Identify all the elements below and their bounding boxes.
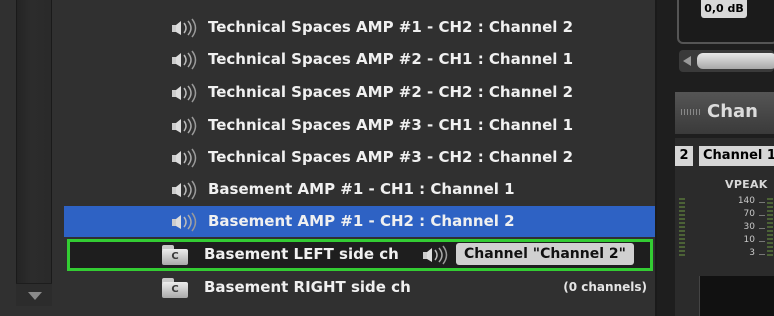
drag-speaker-icon bbox=[423, 245, 448, 265]
scale-label: 70 bbox=[743, 209, 755, 219]
folder-icon: C bbox=[162, 245, 188, 265]
channels-panel-header[interactable]: Chan bbox=[675, 92, 774, 134]
list-item-label: Technical Spaces AMP #1 - CH2 : Channel … bbox=[208, 18, 574, 36]
folder-label: Basement LEFT side ch bbox=[204, 245, 399, 263]
channels-panel-title: Chan bbox=[707, 101, 758, 122]
meter-right bbox=[767, 198, 773, 258]
folder-row-drop-target[interactable]: C Basement LEFT side ch Channel "Channel… bbox=[67, 239, 653, 271]
vertical-scrollbar-track[interactable] bbox=[16, 0, 52, 283]
folder-row[interactable]: C Basement RIGHT side ch (0 channels) bbox=[64, 272, 655, 304]
channel-number: 2 bbox=[675, 146, 693, 166]
speaker-icon bbox=[172, 212, 197, 232]
list-item[interactable]: Technical Spaces AMP #2 - CH2 : Channel … bbox=[64, 77, 655, 108]
folder-channel-count: (0 channels) bbox=[563, 280, 647, 294]
scroll-left-arrow-icon[interactable] bbox=[683, 56, 691, 66]
list-item[interactable]: Technical Spaces AMP #1 - CH2 : Channel … bbox=[64, 12, 655, 43]
level-readout: 0,0 dB bbox=[701, 0, 747, 18]
channel-list: Technical Spaces AMP #1 - CH2 : Channel … bbox=[64, 0, 657, 316]
folder-icon: C bbox=[162, 278, 188, 298]
folder-label: Basement RIGHT side ch bbox=[204, 278, 411, 296]
scrollbar-thumb[interactable] bbox=[697, 53, 774, 69]
speaker-icon bbox=[172, 180, 197, 200]
list-item-label: Basement AMP #1 - CH2 : Channel 2 bbox=[208, 212, 515, 230]
list-item-label: Basement AMP #1 - CH1 : Channel 1 bbox=[208, 180, 515, 198]
list-item-label: Technical Spaces AMP #2 - CH2 : Channel … bbox=[208, 83, 574, 101]
scale-tick bbox=[759, 215, 765, 216]
list-item[interactable]: Technical Spaces AMP #3 - CH2 : Channel … bbox=[64, 142, 655, 173]
list-item[interactable]: Technical Spaces AMP #3 - CH1 : Channel … bbox=[64, 110, 655, 141]
meter-footer bbox=[699, 276, 774, 316]
right-panel: 0,0 dB Chan 2 Channel 1 VPEAK 140 70 30 … bbox=[657, 0, 774, 316]
speaker-icon bbox=[172, 83, 197, 103]
list-item-selected[interactable]: Basement AMP #1 - CH2 : Channel 2 bbox=[64, 206, 655, 237]
level-meter-box: 0,0 dB bbox=[677, 0, 774, 44]
scroll-down-arrow-icon bbox=[28, 292, 42, 300]
scale-label: 3 bbox=[749, 248, 755, 258]
speaker-icon bbox=[172, 50, 197, 70]
horizontal-scrollbar[interactable] bbox=[679, 50, 774, 72]
left-rail bbox=[0, 0, 64, 316]
scale-label: 140 bbox=[737, 196, 755, 206]
speaker-icon bbox=[172, 18, 197, 38]
scale-label: 30 bbox=[743, 222, 755, 232]
list-item-label: Technical Spaces AMP #3 - CH1 : Channel … bbox=[208, 116, 574, 134]
scale-tick bbox=[759, 241, 765, 242]
grip-icon[interactable] bbox=[681, 109, 701, 115]
list-item-label: Technical Spaces AMP #2 - CH1 : Channel … bbox=[208, 50, 574, 68]
speaker-icon bbox=[172, 148, 197, 168]
list-item[interactable]: Basement AMP #1 - CH1 : Channel 1 bbox=[64, 174, 655, 205]
scale-tick bbox=[759, 254, 765, 255]
list-item-label: Technical Spaces AMP #3 - CH2 : Channel … bbox=[208, 148, 574, 166]
scale-label: 10 bbox=[743, 235, 755, 245]
scale-tick bbox=[759, 202, 765, 203]
meter-left bbox=[679, 198, 685, 258]
vpeak-label: VPEAK bbox=[725, 178, 768, 191]
channel-tab[interactable]: Channel 1 bbox=[699, 146, 774, 166]
scale-tick bbox=[759, 228, 765, 229]
list-item[interactable]: Technical Spaces AMP #2 - CH1 : Channel … bbox=[64, 44, 655, 75]
speaker-icon bbox=[172, 116, 197, 136]
drag-tooltip: Channel "Channel 2" bbox=[456, 243, 634, 265]
